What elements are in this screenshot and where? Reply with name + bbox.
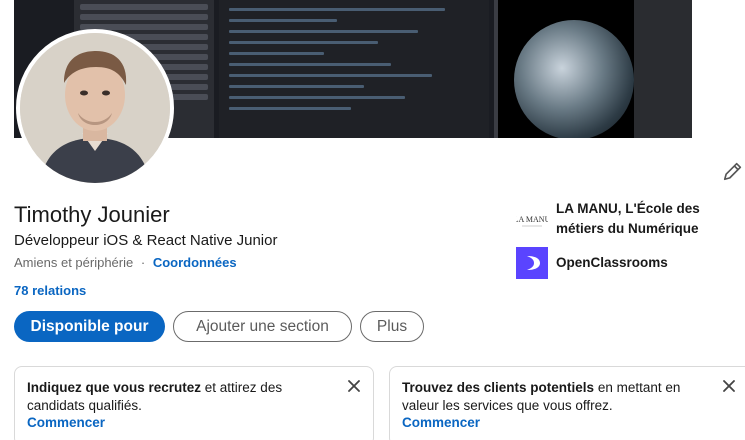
svg-text:LA MANU: LA MANU xyxy=(516,215,548,224)
services-card: Trouvez des clients potentiels en mettan… xyxy=(389,366,745,440)
openclassrooms-logo xyxy=(516,247,548,279)
pencil-icon[interactable] xyxy=(722,160,744,182)
banner-earth-image xyxy=(514,20,634,138)
avatar[interactable] xyxy=(16,29,174,187)
more-button[interactable]: Plus xyxy=(360,311,424,342)
education-name: OpenClassrooms xyxy=(556,255,668,270)
location-text: Amiens et périphérie xyxy=(14,255,134,270)
avatar-photo xyxy=(20,33,170,183)
close-icon[interactable] xyxy=(722,379,736,393)
contact-info-link[interactable]: Coordonnées xyxy=(153,255,237,270)
add-section-button[interactable]: Ajouter une section xyxy=(173,311,352,342)
profile-name: Timothy Jounier xyxy=(14,202,170,227)
hiring-card-start-link[interactable]: Commencer xyxy=(27,415,361,431)
close-icon[interactable] xyxy=(347,379,361,393)
la-manu-logo: LA MANU xyxy=(516,203,548,235)
education-name: LA MANU, L'École des métiers du Numériqu… xyxy=(556,201,700,236)
services-card-text: Trouvez des clients potentiels en mettan… xyxy=(402,380,681,413)
profile-location-row: Amiens et périphérie · Coordonnées xyxy=(14,255,237,270)
profile-headline: Développeur iOS & React Native Junior xyxy=(14,232,278,249)
connections-link[interactable]: 78 relations xyxy=(14,283,86,298)
hiring-card-text: Indiquez que vous recrutez et attirez de… xyxy=(27,380,283,413)
banner-right-panel xyxy=(634,0,692,138)
location-separator: · xyxy=(140,255,146,270)
banner-code-editor xyxy=(219,0,489,138)
education-item-openclassrooms[interactable]: OpenClassrooms xyxy=(516,247,736,279)
services-card-start-link[interactable]: Commencer xyxy=(402,415,745,431)
education-item-la-manu[interactable]: LA MANU LA MANU, L'École des métiers du … xyxy=(516,199,736,239)
open-to-button[interactable]: Disponible pour xyxy=(14,311,165,342)
hiring-card: Indiquez que vous recrutez et attirez de… xyxy=(14,366,374,440)
